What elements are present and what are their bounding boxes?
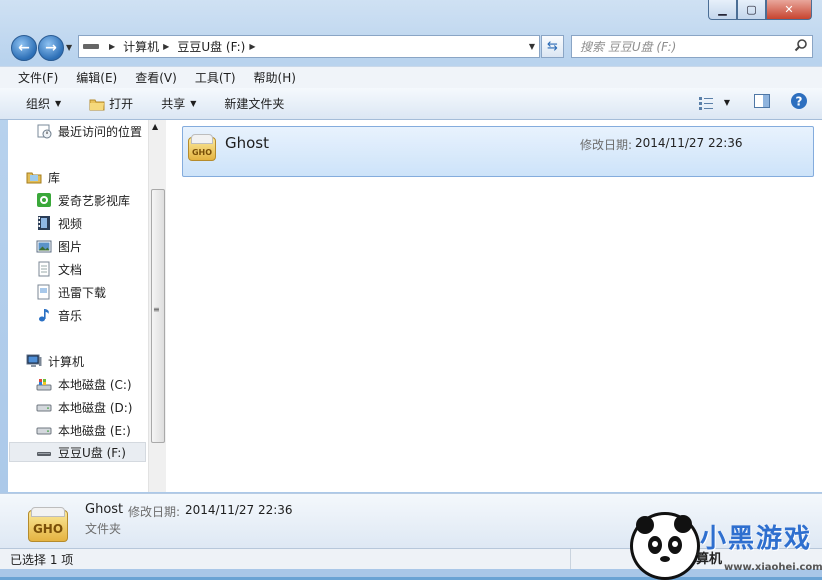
scrollbar-thumb[interactable]	[151, 189, 165, 443]
hard-drive-icon	[36, 399, 52, 415]
refresh-icon: ⇆	[547, 39, 558, 54]
organize-button[interactable]: 组织 ▼	[0, 95, 71, 112]
chevron-down-icon: ▼	[190, 99, 197, 108]
menu-file[interactable]: 文件(F)	[0, 69, 65, 86]
breadcrumb-drive[interactable]: 豆豆U盘 (F:) ▶	[177, 38, 263, 55]
forward-button[interactable]: →	[38, 35, 64, 61]
chevron-right-icon: ▶	[249, 42, 256, 51]
menu-view[interactable]: 查看(V)	[124, 69, 184, 86]
scroll-up-arrow[interactable]: ▲	[152, 122, 158, 131]
documents-icon	[36, 261, 52, 277]
navigation-scrollbar[interactable]: ▲ ≡	[148, 120, 166, 492]
window-caption-buttons: ▁ ▢ ✕	[708, 0, 812, 20]
sidebar-item-drive-f[interactable]: 豆豆U盘 (F:)	[9, 442, 146, 462]
sidebar-item-thunder-downloads[interactable]: 迅雷下载	[36, 282, 106, 302]
pictures-icon	[36, 238, 52, 254]
command-bar-right: ▼ ?	[698, 92, 808, 113]
sidebar-item-library[interactable]: 库	[26, 167, 60, 187]
menu-tools[interactable]: 工具(T)	[184, 69, 243, 86]
recent-pages-dropdown[interactable]: ▼	[66, 43, 72, 52]
sidebar-item-music[interactable]: 音乐	[36, 305, 82, 325]
details-type: 文件夹	[85, 522, 122, 536]
menu-bar: 文件(F) 编辑(E) 查看(V) 工具(T) 帮助(H)	[0, 66, 822, 88]
status-selection-count: 已选择 1 项	[10, 552, 74, 567]
sidebar-item-videos[interactable]: 视频	[36, 213, 82, 233]
help-button[interactable]: ?	[790, 92, 808, 113]
file-list-pane: GHO Ghost 修改日期: 2014/11/27 22:36	[166, 120, 822, 492]
search-box[interactable]: 搜索 豆豆U盘 (F:)	[571, 35, 813, 58]
svg-text:?: ?	[796, 95, 803, 109]
share-button[interactable]: 共享 ▼	[143, 95, 206, 112]
menu-edit[interactable]: 编辑(E)	[65, 69, 124, 86]
file-modified-date: 2014/11/27 22:36	[635, 136, 743, 150]
system-drive-icon	[36, 376, 52, 392]
navigation-pane: 最近访问的位置 库 爱奇艺影视库 视频 图片 文档 迅雷下载 音乐 计算机 本地…	[8, 120, 166, 492]
status-separator	[570, 549, 571, 569]
sidebar-item-drive-d[interactable]: 本地磁盘 (D:)	[36, 397, 132, 417]
hard-drive-icon	[36, 422, 52, 438]
forward-arrow-icon: →	[45, 40, 57, 56]
library-icon	[26, 169, 42, 185]
watermark-url: www.xiaohei.com	[724, 562, 822, 573]
preview-pane-icon	[754, 94, 770, 108]
sidebar-item-drive-e[interactable]: 本地磁盘 (E:)	[36, 420, 131, 440]
minimize-button[interactable]: ▁	[708, 0, 737, 20]
address-bar[interactable]: ▶ 计算机 ▶ 豆豆U盘 (F:) ▶ ▼	[78, 35, 540, 58]
maximize-button[interactable]: ▢	[737, 0, 766, 20]
address-dropdown-button[interactable]: ▼	[525, 42, 539, 51]
download-library-icon	[36, 284, 52, 300]
usb-drive-icon	[83, 44, 99, 49]
breadcrumb-root-arrow[interactable]: ▶	[105, 42, 123, 51]
open-button[interactable]: 打开	[71, 95, 143, 112]
iqiyi-library-icon	[36, 192, 52, 208]
chevron-right-icon: ▶	[163, 42, 170, 51]
details-name: Ghost	[85, 502, 124, 517]
new-folder-button[interactable]: 新建文件夹	[206, 95, 294, 112]
scrollbar-grip-icon: ≡	[153, 305, 160, 314]
sidebar-item-recent[interactable]: 最近访问的位置	[36, 121, 142, 141]
close-button[interactable]: ✕	[766, 0, 812, 20]
gho-icon: GHO	[188, 134, 216, 161]
computer-icon	[26, 353, 42, 369]
menu-help[interactable]: 帮助(H)	[243, 69, 303, 86]
panda-logo-icon	[630, 512, 700, 580]
gho-icon: GHO	[28, 507, 68, 542]
usb-drive-icon	[36, 444, 52, 460]
sidebar-item-iqiyi[interactable]: 爱奇艺影视库	[36, 190, 130, 210]
view-options-button[interactable]: ▼	[698, 96, 730, 110]
command-bar: 组织 ▼ 打开 共享 ▼ 新建文件夹 ▼ ?	[0, 88, 822, 120]
open-folder-icon	[89, 99, 105, 110]
refresh-button[interactable]: ⇆	[541, 35, 564, 58]
view-list-icon	[698, 96, 713, 110]
breadcrumb-computer[interactable]: 计算机 ▶	[123, 38, 177, 55]
back-button[interactable]: ←	[11, 35, 37, 61]
recent-places-icon	[36, 123, 52, 139]
chevron-right-icon: ▶	[109, 42, 116, 51]
sidebar-item-pictures[interactable]: 图片	[36, 236, 82, 256]
video-icon	[36, 215, 52, 231]
file-date-label: 修改日期:	[580, 138, 633, 152]
sidebar-item-documents[interactable]: 文档	[36, 259, 82, 279]
file-item[interactable]: GHO Ghost 修改日期: 2014/11/27 22:36	[182, 126, 814, 177]
search-placeholder: 搜索 豆豆U盘 (F:)	[580, 40, 677, 54]
file-name: Ghost	[225, 134, 270, 152]
explorer-window: ▁ ▢ ✕ ← → ▼ ▶ 计算机 ▶ 豆豆U盘 (F:) ▶ ▼ ⇆ 搜索 豆豆U…	[0, 0, 822, 580]
sidebar-item-drive-c[interactable]: 本地磁盘 (C:)	[36, 374, 132, 394]
help-icon: ?	[791, 93, 807, 109]
watermark-logo: 小黑游戏 算机 www.xiaohei.com	[630, 512, 822, 580]
music-note-icon	[36, 307, 52, 323]
search-icon[interactable]	[794, 38, 808, 55]
chevron-down-icon: ▼	[723, 98, 730, 107]
watermark-partial-text: 算机	[696, 552, 723, 567]
chevron-down-icon: ▼	[55, 99, 62, 108]
preview-pane-button[interactable]	[754, 94, 770, 111]
details-date-label: 修改日期:	[128, 505, 181, 519]
details-date: 2014/11/27 22:36	[185, 503, 293, 517]
back-arrow-icon: ←	[18, 40, 30, 56]
sidebar-item-computer[interactable]: 计算机	[26, 351, 84, 371]
